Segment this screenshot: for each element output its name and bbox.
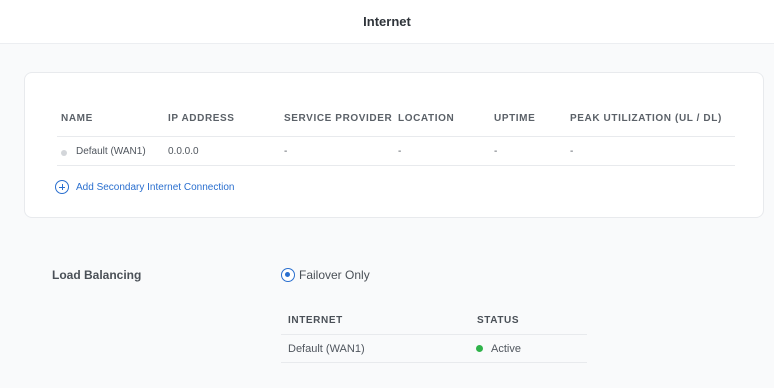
active-status-dot-icon xyxy=(476,345,483,352)
failover-only-radio[interactable]: Failover Only xyxy=(281,268,370,282)
add-secondary-internet-label: Add Secondary Internet Connection xyxy=(76,181,235,193)
add-secondary-internet-button[interactable]: Add Secondary Internet Connection xyxy=(55,179,234,195)
radio-selected-icon xyxy=(281,268,295,282)
lb-status: Active xyxy=(491,343,521,355)
column-header-ip-address: IP ADDRESS xyxy=(168,113,235,124)
column-header-name: NAME xyxy=(61,113,93,124)
lb-row-divider xyxy=(281,362,587,363)
page-title: Internet xyxy=(363,14,411,29)
column-header-service-provider: SERVICE PROVIDER xyxy=(284,113,393,124)
internet-connections-card: NAME IP ADDRESS SERVICE PROVIDER LOCATIO… xyxy=(24,72,764,218)
wan-ip-address: 0.0.0.0 xyxy=(168,146,199,157)
wan-location: - xyxy=(398,146,402,157)
row-divider xyxy=(57,165,735,166)
column-header-peak-utilization: PEAK UTILIZATION (UL / DL) xyxy=(570,113,722,124)
column-header-internet: INTERNET xyxy=(288,315,343,326)
wan-service-provider: - xyxy=(284,146,288,157)
wan-uptime: - xyxy=(494,146,498,157)
wan-name: Default (WAN1) xyxy=(76,146,146,157)
load-balancing-label: Load Balancing xyxy=(52,268,142,282)
lb-header-divider xyxy=(281,334,587,335)
column-header-location: LOCATION xyxy=(398,113,455,124)
status-dot-icon xyxy=(61,150,67,156)
column-header-status: STATUS xyxy=(477,315,520,326)
wan-peak-utilization: - xyxy=(570,146,574,157)
header-divider xyxy=(57,136,735,137)
add-circle-icon xyxy=(55,180,69,194)
failover-only-label: Failover Only xyxy=(299,268,370,282)
lb-internet-name: Default (WAN1) xyxy=(288,343,365,355)
column-header-uptime: UPTIME xyxy=(494,113,536,124)
page-header: Internet xyxy=(0,0,774,44)
